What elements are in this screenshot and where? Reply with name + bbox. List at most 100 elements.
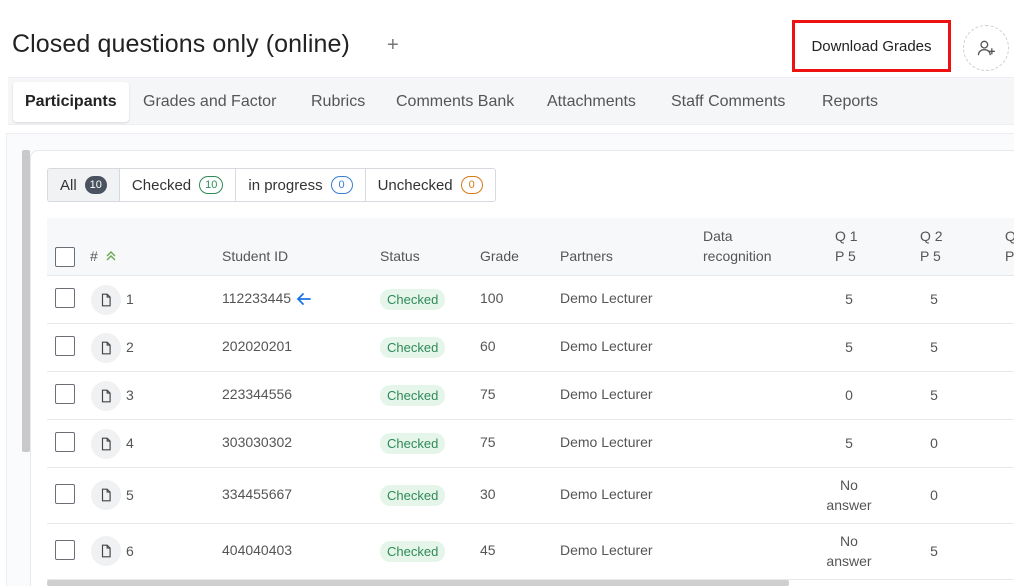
tab-grades-and-factor[interactable]: Grades and Factor [143, 82, 276, 122]
tab-reports[interactable]: Reports [822, 82, 878, 122]
filter-unchecked[interactable]: Unchecked 0 [365, 169, 495, 201]
q2-score[interactable]: 0 [909, 487, 959, 503]
open-submission-button[interactable] [91, 429, 121, 459]
app-window: Closed questions only (online) + Downloa… [0, 0, 1014, 586]
table-row[interactable]: 3 223344556 Checked 75 Demo Lecturer 0 5 [47, 372, 1014, 420]
partner-name: Demo Lecturer [560, 542, 653, 558]
q1-score[interactable]: No [824, 477, 874, 493]
table-header: # Student ID Status Grade Partners Data … [47, 218, 1014, 276]
header-status[interactable]: Status [380, 248, 420, 264]
arrow-left-icon [296, 293, 311, 305]
count-badge: 10 [84, 176, 107, 194]
student-id[interactable]: 223344556 [222, 386, 292, 402]
document-icon [101, 488, 111, 502]
document-icon [101, 437, 111, 451]
vertical-scrollbar[interactable] [22, 150, 30, 452]
row-checkbox[interactable] [55, 336, 75, 356]
add-participant-button[interactable] [963, 25, 1009, 71]
page-title: Closed questions only (online) [12, 30, 350, 58]
tab-comments-bank[interactable]: Comments Bank [396, 82, 514, 122]
header-data-recognition-line1: Data [703, 228, 733, 244]
open-submission-button[interactable] [91, 536, 121, 566]
add-title-button[interactable]: + [387, 34, 399, 57]
row-index: 6 [126, 543, 134, 559]
status-badge: Checked [380, 485, 446, 506]
row-index: 3 [126, 387, 134, 403]
q2-score[interactable]: 5 [909, 291, 959, 307]
sort-ascending-icon[interactable] [106, 251, 116, 261]
open-submission-button[interactable] [91, 480, 121, 510]
status-filter-group: All 10 Checked 10 in progress 0 Unchecke… [47, 168, 496, 202]
filter-checked[interactable]: Checked 10 [119, 169, 237, 201]
user-plus-icon [977, 40, 995, 56]
open-submission-button[interactable] [91, 285, 121, 315]
table-row[interactable]: 1 112233445 Checked 100 Demo Lecturer 5 … [47, 276, 1014, 324]
row-index: 1 [126, 291, 134, 307]
header-partners[interactable]: Partners [560, 248, 613, 264]
status-badge: Checked [380, 541, 446, 562]
open-submission-button[interactable] [91, 381, 121, 411]
header-q1-line2: P 5 [835, 248, 856, 264]
q1-score[interactable]: 5 [824, 339, 874, 355]
tab-bar: Participants Grades and Factor Rubrics C… [8, 77, 1014, 125]
q1-score[interactable]: 5 [824, 291, 874, 307]
tab-participants[interactable]: Participants [13, 82, 129, 122]
q2-score[interactable]: 0 [909, 435, 959, 451]
partner-name: Demo Lecturer [560, 386, 653, 402]
document-icon [101, 389, 111, 403]
partner-name: Demo Lecturer [560, 434, 653, 450]
filter-in-progress[interactable]: in progress 0 [236, 169, 366, 201]
q2-score[interactable]: 5 [909, 543, 959, 559]
student-id[interactable]: 303030302 [222, 434, 292, 450]
table-row[interactable]: 6 404040403 Checked 45 Demo Lecturer No … [47, 524, 1014, 580]
header-q2-line1: Q 2 [920, 228, 943, 244]
table-row[interactable]: 5 334455667 Checked 30 Demo Lecturer No … [47, 468, 1014, 524]
header-q3-line2: P [1005, 248, 1014, 264]
row-checkbox[interactable] [55, 384, 75, 404]
header-index[interactable]: # [90, 248, 98, 264]
header-grade[interactable]: Grade [480, 248, 519, 264]
row-index: 2 [126, 339, 134, 355]
open-submission-button[interactable] [91, 333, 121, 363]
q1-score[interactable]: 5 [824, 435, 874, 451]
grade-value: 75 [480, 386, 496, 402]
row-checkbox[interactable] [55, 540, 75, 560]
student-id[interactable]: 202020201 [222, 338, 292, 354]
partner-name: Demo Lecturer [560, 338, 653, 354]
table-row[interactable]: 4 303030302 Checked 75 Demo Lecturer 5 0 [47, 420, 1014, 468]
header-q3-line1: Q [1005, 228, 1014, 244]
grade-value: 100 [480, 290, 504, 306]
grade-value: 75 [480, 434, 496, 450]
q1-score-line2: answer [826, 553, 872, 569]
row-checkbox[interactable] [55, 484, 75, 504]
grade-value: 30 [480, 486, 496, 502]
row-checkbox[interactable] [55, 288, 75, 308]
partner-name: Demo Lecturer [560, 486, 653, 502]
tab-staff-comments[interactable]: Staff Comments [671, 82, 785, 122]
count-badge: 0 [330, 176, 353, 194]
student-id[interactable]: 112233445 [222, 290, 291, 306]
status-badge: Checked [380, 433, 446, 454]
count-badge: 0 [460, 176, 483, 194]
row-index: 4 [126, 435, 134, 451]
student-id[interactable]: 334455667 [222, 486, 292, 502]
header-q2-line2: P 5 [920, 248, 941, 264]
download-grades-button[interactable]: Download Grades [792, 20, 951, 72]
tab-rubrics[interactable]: Rubrics [311, 82, 365, 122]
table-row[interactable]: 2 202020201 Checked 60 Demo Lecturer 5 5 [47, 324, 1014, 372]
row-checkbox[interactable] [55, 432, 75, 452]
document-icon [101, 341, 111, 355]
status-badge: Checked [380, 289, 446, 310]
header-student-id[interactable]: Student ID [222, 248, 288, 264]
student-id[interactable]: 404040403 [222, 542, 292, 558]
status-badge: Checked [380, 337, 446, 358]
q2-score[interactable]: 5 [909, 387, 959, 403]
q2-score[interactable]: 5 [909, 339, 959, 355]
q1-score[interactable]: No [824, 533, 874, 549]
header-data-recognition-line2: recognition [703, 248, 772, 264]
filter-all[interactable]: All 10 [48, 169, 120, 201]
select-all-checkbox[interactable] [55, 247, 75, 267]
tab-attachments[interactable]: Attachments [547, 82, 636, 122]
q1-score[interactable]: 0 [824, 387, 874, 403]
horizontal-scrollbar[interactable] [47, 580, 789, 586]
